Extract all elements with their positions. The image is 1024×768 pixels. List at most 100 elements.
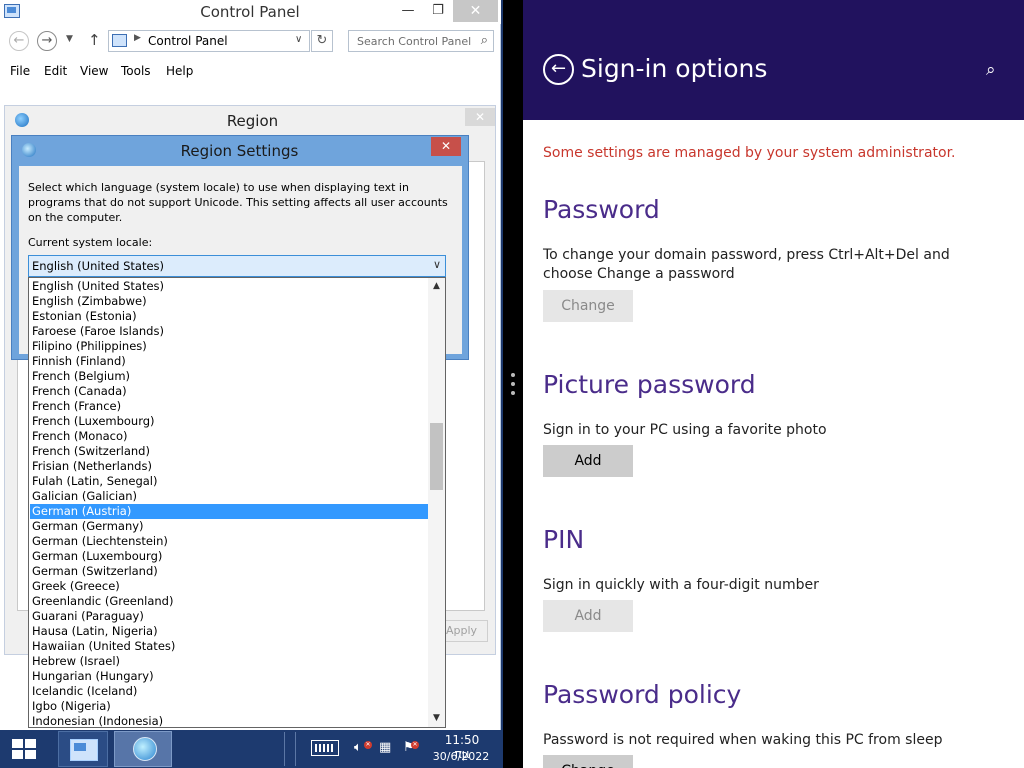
locale-option[interactable]: Hebrew (Israel) [30,654,428,669]
locale-option[interactable]: Fulah (Latin, Senegal) [30,474,428,489]
menu-view[interactable]: View [80,64,108,78]
menu-tools[interactable]: Tools [121,64,151,78]
region-titlebar[interactable]: Region ✕ [5,106,495,134]
pin-heading: PIN [543,525,585,554]
locale-option[interactable]: German (Germany) [30,519,428,534]
close-button[interactable]: ✕ [465,108,495,126]
up-arrow-icon[interactable]: ↑ [88,31,101,49]
breadcrumb[interactable]: Control Panel [148,34,228,48]
taskbar-control-panel[interactable] [58,731,108,767]
locale-option[interactable]: French (Monaco) [30,429,428,444]
locale-option[interactable]: English (Zimbabwe) [30,294,428,309]
settings-header: ← Sign-in options ⌕ [523,0,1024,120]
control-panel-titlebar[interactable]: Control Panel — ❐ ✕ [0,0,501,24]
refresh-icon[interactable]: ↻ [311,30,333,52]
menu-file[interactable]: File [10,64,30,78]
search-icon[interactable]: ⌕ [986,60,996,80]
globe-icon [133,737,157,761]
locale-option[interactable]: French (Canada) [30,384,428,399]
scrollbar[interactable]: ▲ ▼ [428,278,445,727]
desktop: Control Panel — ❐ ✕ ← → ▼ ↑ ▶ Control Pa… [0,0,503,768]
scroll-up-icon[interactable]: ▲ [428,278,445,295]
region-settings-titlebar[interactable]: Region Settings ✕ [12,136,468,164]
system-locale-select[interactable]: English (United States) ∨ [28,255,446,277]
scroll-thumb[interactable] [430,423,443,490]
picture-password-description: Sign in to your PC using a favorite phot… [543,422,827,438]
locale-label: Current system locale: [28,236,153,249]
chevron-down-icon[interactable]: ▼ [66,34,73,44]
locale-option[interactable]: Greenlandic (Greenland) [30,594,428,609]
locale-option[interactable]: English (United States) [30,279,428,294]
locale-option[interactable]: Igbo (Nigeria) [30,699,428,714]
locale-option[interactable]: Faroese (Faroe Islands) [30,324,428,339]
picture-password-heading: Picture password [543,370,756,399]
password-description: To change your domain password, press Ct… [543,247,950,282]
locale-option[interactable]: French (France) [30,399,428,414]
address-field[interactable]: ▶ Control Panel ∨ [108,30,310,52]
minimize-button[interactable]: — [393,0,423,22]
pin-description: Sign in quickly with a four-digit number [543,577,819,593]
back-circle-icon[interactable]: ← [543,54,574,85]
locale-option[interactable]: German (Switzerland) [30,564,428,579]
locale-option[interactable]: Finnish (Finland) [30,354,428,369]
change-password-button[interactable]: Change [543,290,633,322]
network-icon[interactable]: ▦ [379,740,391,755]
locale-option[interactable]: Hungarian (Hungary) [30,669,428,684]
clock-date[interactable]: 30/6/2022 [430,750,492,763]
locale-option[interactable]: French (Switzerland) [30,444,428,459]
locale-option[interactable]: Hausa (Latin, Nigeria) [30,624,428,639]
search-icon[interactable]: ⌕ [481,33,488,48]
address-bar: ← → ▼ ↑ ▶ Control Panel ∨ ↻ Search Contr… [0,26,501,58]
chevron-down-icon[interactable]: ∨ [433,258,441,271]
locale-option[interactable]: Greek (Greece) [30,579,428,594]
flag-badge-icon: ✕ [411,741,419,749]
locale-option[interactable]: German (Luxembourg) [30,549,428,564]
forward-arrow-icon[interactable]: → [37,31,57,51]
splitter-grip[interactable] [507,369,519,399]
menu-edit[interactable]: Edit [44,64,67,78]
add-pin-button[interactable]: Add [543,600,633,632]
selected-locale: English (United States) [32,259,165,273]
locale-dropdown-list[interactable]: English (United States) English (Zimbabwe… [28,277,446,728]
add-picture-password-button[interactable]: Add [543,445,633,477]
scroll-down-icon[interactable]: ▼ [428,710,445,727]
chevron-down-icon[interactable]: ∨ [295,34,302,45]
sign-in-options-pane: ← Sign-in options ⌕ Some settings are ma… [523,0,1024,768]
locale-option[interactable]: Filipino (Philippines) [30,339,428,354]
locale-option[interactable]: Frisian (Netherlands) [30,459,428,474]
menu-bar: File Edit View Tools Help [0,60,501,82]
speaker-icon[interactable]: 🔈︎ [354,740,362,755]
menu-help[interactable]: Help [166,64,193,78]
control-panel-icon [112,34,127,47]
locale-option[interactable]: French (Belgium) [30,369,428,384]
app-splitter[interactable] [503,0,523,768]
search-placeholder: Search Control Panel [357,35,472,48]
muted-badge-icon: ✕ [364,741,372,749]
locale-option[interactable]: Icelandic (Iceland) [30,684,428,699]
back-arrow-icon[interactable]: ← [9,31,29,51]
locale-option[interactable]: Estonian (Estonia) [30,309,428,324]
keyboard-icon[interactable] [311,740,339,756]
control-panel-icon [4,4,20,18]
locale-description: Select which language (system locale) to… [28,181,448,224]
globe-icon [15,113,29,127]
close-button[interactable]: ✕ [431,137,461,156]
password-policy-heading: Password policy [543,680,742,709]
breadcrumb-separator-icon[interactable]: ▶ [134,33,141,43]
search-input[interactable]: Search Control Panel ⌕ [348,30,494,52]
locale-option[interactable]: Guarani (Paraguay) [30,609,428,624]
locale-option[interactable]: Indonesian (Indonesia) [30,714,428,727]
password-heading: Password [543,195,660,224]
locale-option[interactable]: French (Luxembourg) [30,414,428,429]
close-button[interactable]: ✕ [453,0,498,22]
locale-option[interactable]: German (Liechtenstein) [30,534,428,549]
change-policy-button[interactable]: Change [543,755,633,768]
locale-option[interactable]: Hawaiian (United States) [30,639,428,654]
windows-logo-icon[interactable] [0,730,48,768]
taskbar-divider [284,732,296,766]
maximize-button[interactable]: ❐ [423,0,453,22]
locale-option[interactable]: Galician (Galician) [30,489,428,504]
dialog-title: Region Settings [180,142,299,160]
locale-option[interactable]: German (Austria) [30,504,428,519]
taskbar-region[interactable] [114,731,172,767]
